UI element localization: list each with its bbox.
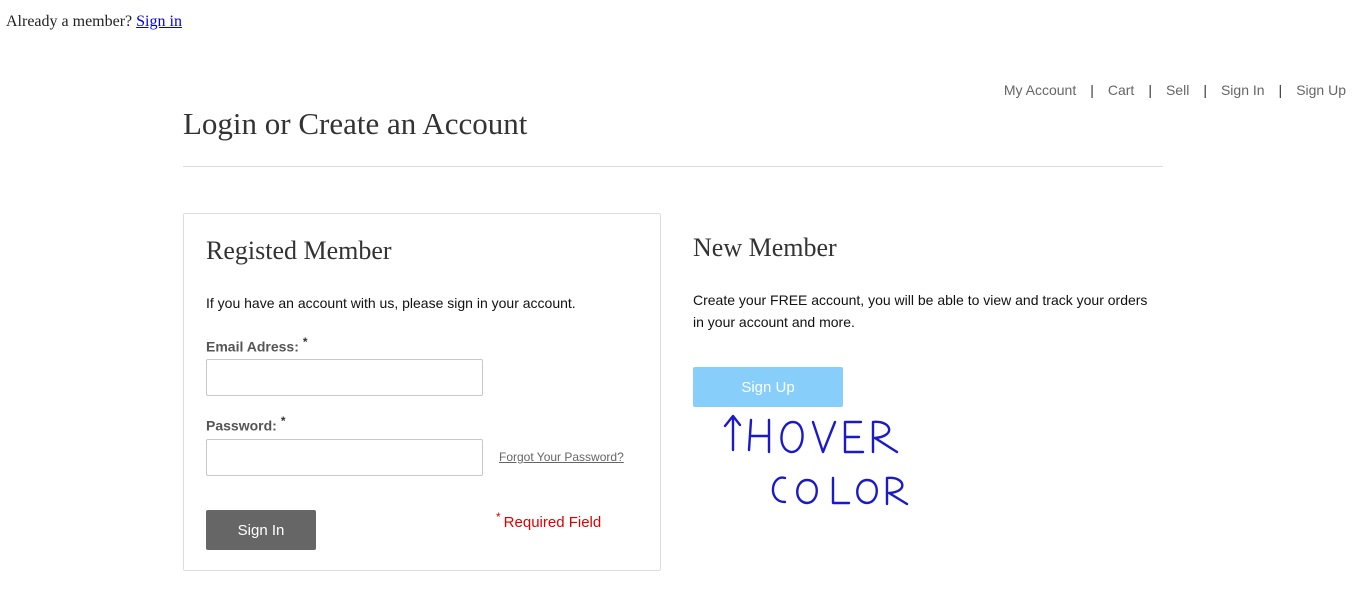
email-field[interactable] — [206, 359, 483, 396]
email-label: Email Adress: * — [206, 335, 308, 355]
hand-drawn-arrow — [723, 414, 742, 452]
nav-sign-up[interactable]: Sign Up — [1296, 82, 1346, 98]
nav-separator: | — [1278, 82, 1283, 98]
page-title: Login or Create an Account — [183, 106, 528, 141]
nav-my-account[interactable]: My Account — [1004, 82, 1076, 98]
already-member-text: Already a member? — [6, 13, 133, 30]
new-member-description: Create your FREE account, you will be ab… — [693, 289, 1173, 333]
top-sign-in-link[interactable]: Sign in — [136, 13, 182, 30]
required-note-star: * — [496, 510, 501, 524]
forgot-password-link[interactable]: Forgot Your Password? — [499, 450, 624, 464]
sign-up-button[interactable]: Sign Up — [693, 367, 843, 407]
sign-in-button[interactable]: Sign In — [206, 510, 316, 550]
top-nav: My Account | Cart | Sell | Sign In | Sig… — [1004, 82, 1346, 98]
nav-sell[interactable]: Sell — [1166, 82, 1189, 98]
password-label-text: Password: — [206, 417, 277, 434]
password-required-star: * — [280, 414, 286, 428]
already-member-line: Already a member? Sign in — [6, 13, 182, 31]
password-label: Password: * — [206, 414, 285, 434]
required-field-note: * Required Field — [496, 510, 601, 531]
new-member-heading: New Member — [693, 233, 837, 262]
new-member-description-line2: in your account and more. — [693, 314, 855, 330]
title-divider — [183, 166, 1163, 167]
hover-color-handwritten-annotation — [723, 414, 909, 506]
email-label-text: Email Adress: — [206, 338, 299, 355]
registered-member-intro: If you have an account with us, please s… — [206, 295, 576, 311]
required-note-text: Required Field — [503, 514, 602, 531]
nav-separator: | — [1090, 82, 1094, 98]
registered-member-heading: Registed Member — [206, 236, 392, 265]
nav-sign-in[interactable]: Sign In — [1221, 82, 1265, 98]
email-required-star: * — [302, 335, 308, 349]
nav-separator: | — [1148, 82, 1152, 98]
nav-cart[interactable]: Cart — [1108, 82, 1134, 98]
nav-separator: | — [1203, 82, 1207, 98]
new-member-description-line1: Create your FREE account, you will be ab… — [693, 292, 1148, 308]
password-field[interactable] — [206, 439, 483, 476]
